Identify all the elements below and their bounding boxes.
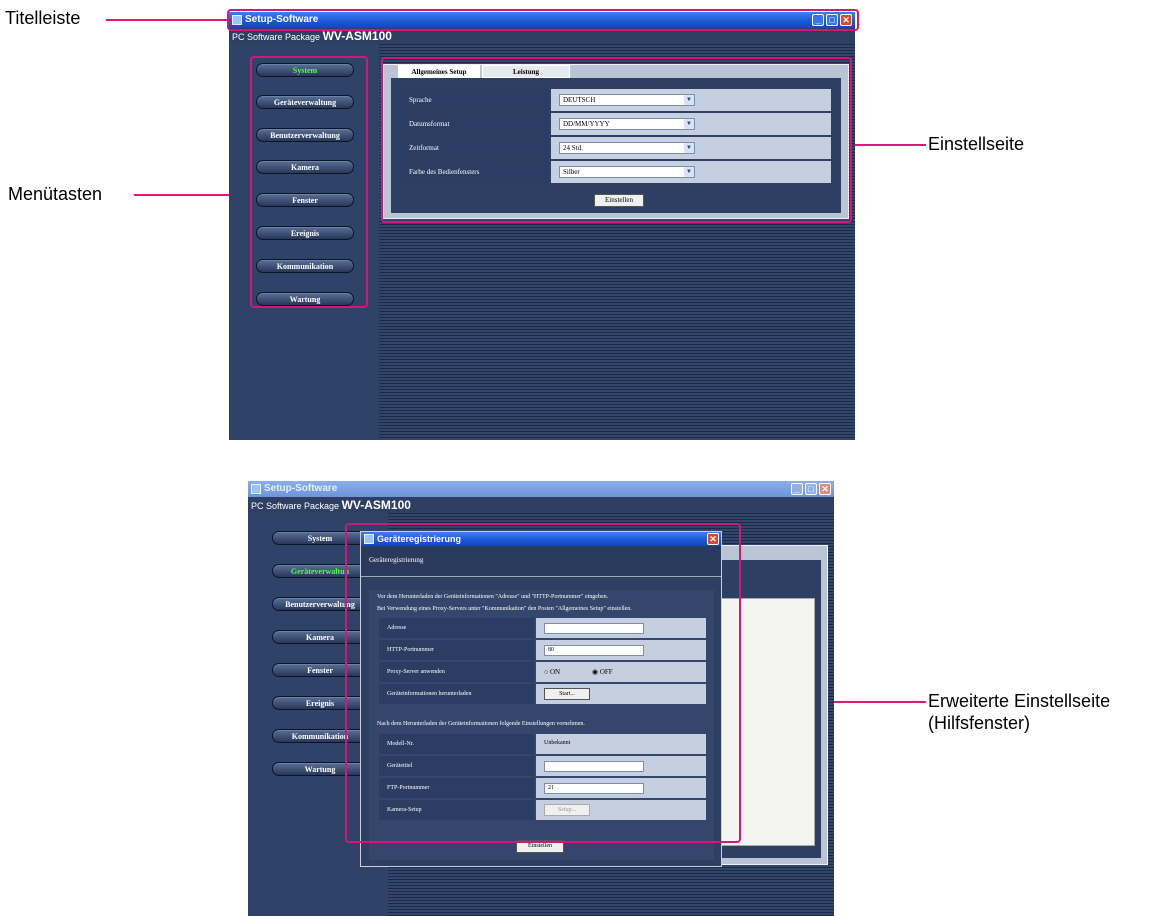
callout-line-title <box>106 19 231 21</box>
frame-menu-buttons <box>250 56 368 308</box>
package-prefix: PC Software Package <box>251 501 340 511</box>
callout-title-bar: Titelleiste <box>5 8 81 28</box>
callout-extended-page: Erweiterte Einstellseite <box>928 691 1111 711</box>
package-bar: PC Software Package WV-ASM100 <box>248 497 834 513</box>
close-button[interactable]: ✕ <box>819 483 831 495</box>
frame-title-bar <box>227 9 859 31</box>
minimize-button[interactable]: _ <box>791 483 803 495</box>
package-prefix: PC Software Package <box>232 32 321 42</box>
frame-settings-page <box>381 57 852 223</box>
callout-settings-page: Einstellseite <box>928 134 1025 154</box>
bottom-title-bar: Setup-Software _ □ ✕ <box>248 481 834 497</box>
bottom-window-title: Setup-Software <box>264 483 338 494</box>
app-icon <box>251 484 261 494</box>
callout-line-settings <box>852 144 926 146</box>
frame-extended-page <box>345 523 741 843</box>
callout-menu-buttons: Menütasten <box>8 184 103 204</box>
package-model: WV-ASM100 <box>322 29 392 43</box>
callout-extended-sub: (Hilfsfenster) <box>928 713 1031 733</box>
maximize-button[interactable]: □ <box>805 483 817 495</box>
package-model: WV-ASM100 <box>341 498 411 512</box>
